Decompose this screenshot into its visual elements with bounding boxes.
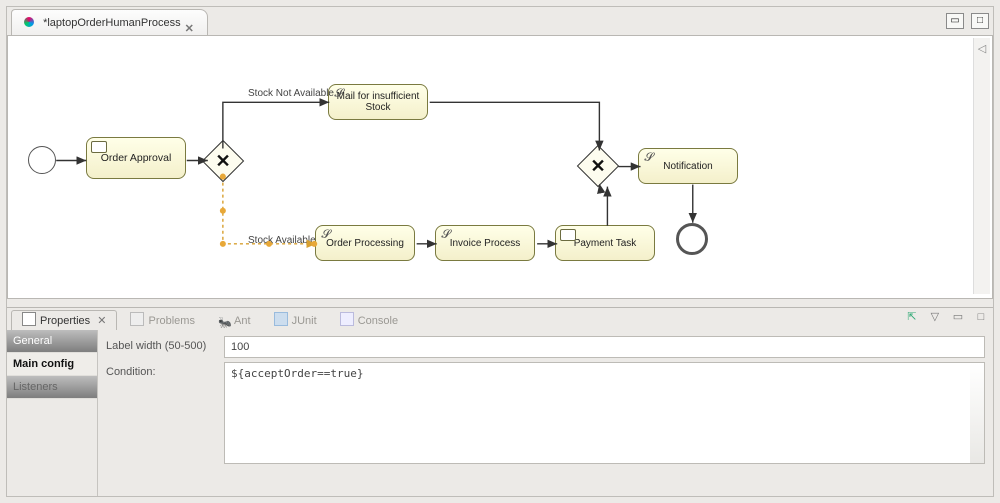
bottom-views: Properties ✕ Problems 🐜Ant JUnit Console… xyxy=(7,307,993,496)
tab-label: JUnit xyxy=(292,315,317,327)
console-icon xyxy=(340,312,354,326)
scrollbar[interactable] xyxy=(970,362,985,464)
diagram-canvas[interactable]: ◁ Order Approval ✕ 𝓢 Mail for insufficie… xyxy=(7,35,993,299)
pin-view-icon[interactable]: ⇱ xyxy=(904,310,920,324)
tab-label: Ant xyxy=(234,315,251,327)
close-tab-icon[interactable]: ✕ xyxy=(185,16,199,30)
problems-icon xyxy=(130,312,144,326)
label-width-input[interactable] xyxy=(224,336,985,358)
tab-label: Problems xyxy=(148,315,194,327)
maximize-prop-icon[interactable]: □ xyxy=(973,311,989,325)
category-main-config[interactable]: Main config xyxy=(7,353,97,376)
tab-label: Properties xyxy=(40,315,90,327)
views-tabbar: Properties ✕ Problems 🐜Ant JUnit Console… xyxy=(7,308,993,331)
tab-junit[interactable]: JUnit xyxy=(264,311,327,331)
bpmn-icon xyxy=(24,17,34,27)
condition-caption: Condition: xyxy=(106,362,224,378)
view-menu-icon[interactable]: ▽ xyxy=(927,310,943,324)
close-icon[interactable]: ✕ xyxy=(97,315,106,327)
tab-properties[interactable]: Properties ✕ xyxy=(11,310,117,332)
category-listeners[interactable]: Listeners xyxy=(7,376,97,399)
editor-tabbar: *laptopOrderHumanProcess ✕ ▭ □ xyxy=(7,7,993,35)
properties-category-list: General Main config Listeners xyxy=(7,330,98,496)
label-width-caption: Label width (50-500) xyxy=(106,336,224,352)
junit-icon xyxy=(274,312,288,326)
properties-icon xyxy=(22,312,36,326)
tab-problems[interactable]: Problems xyxy=(120,311,204,331)
minimize-prop-icon[interactable]: ▭ xyxy=(950,310,966,324)
editor-tab-label: *laptopOrderHumanProcess xyxy=(43,17,181,29)
minimize-view-icon[interactable]: ▭ xyxy=(946,13,964,29)
category-general[interactable]: General xyxy=(7,330,97,353)
maximize-view-icon[interactable]: □ xyxy=(971,13,989,29)
properties-form: Label width (50-500) Condition: xyxy=(98,330,993,496)
tab-label: Console xyxy=(358,315,398,327)
editor-tab[interactable]: *laptopOrderHumanProcess ✕ xyxy=(11,9,208,36)
condition-input[interactable] xyxy=(224,362,971,464)
tab-console[interactable]: Console xyxy=(330,311,408,331)
tab-ant[interactable]: 🐜Ant xyxy=(208,311,261,331)
